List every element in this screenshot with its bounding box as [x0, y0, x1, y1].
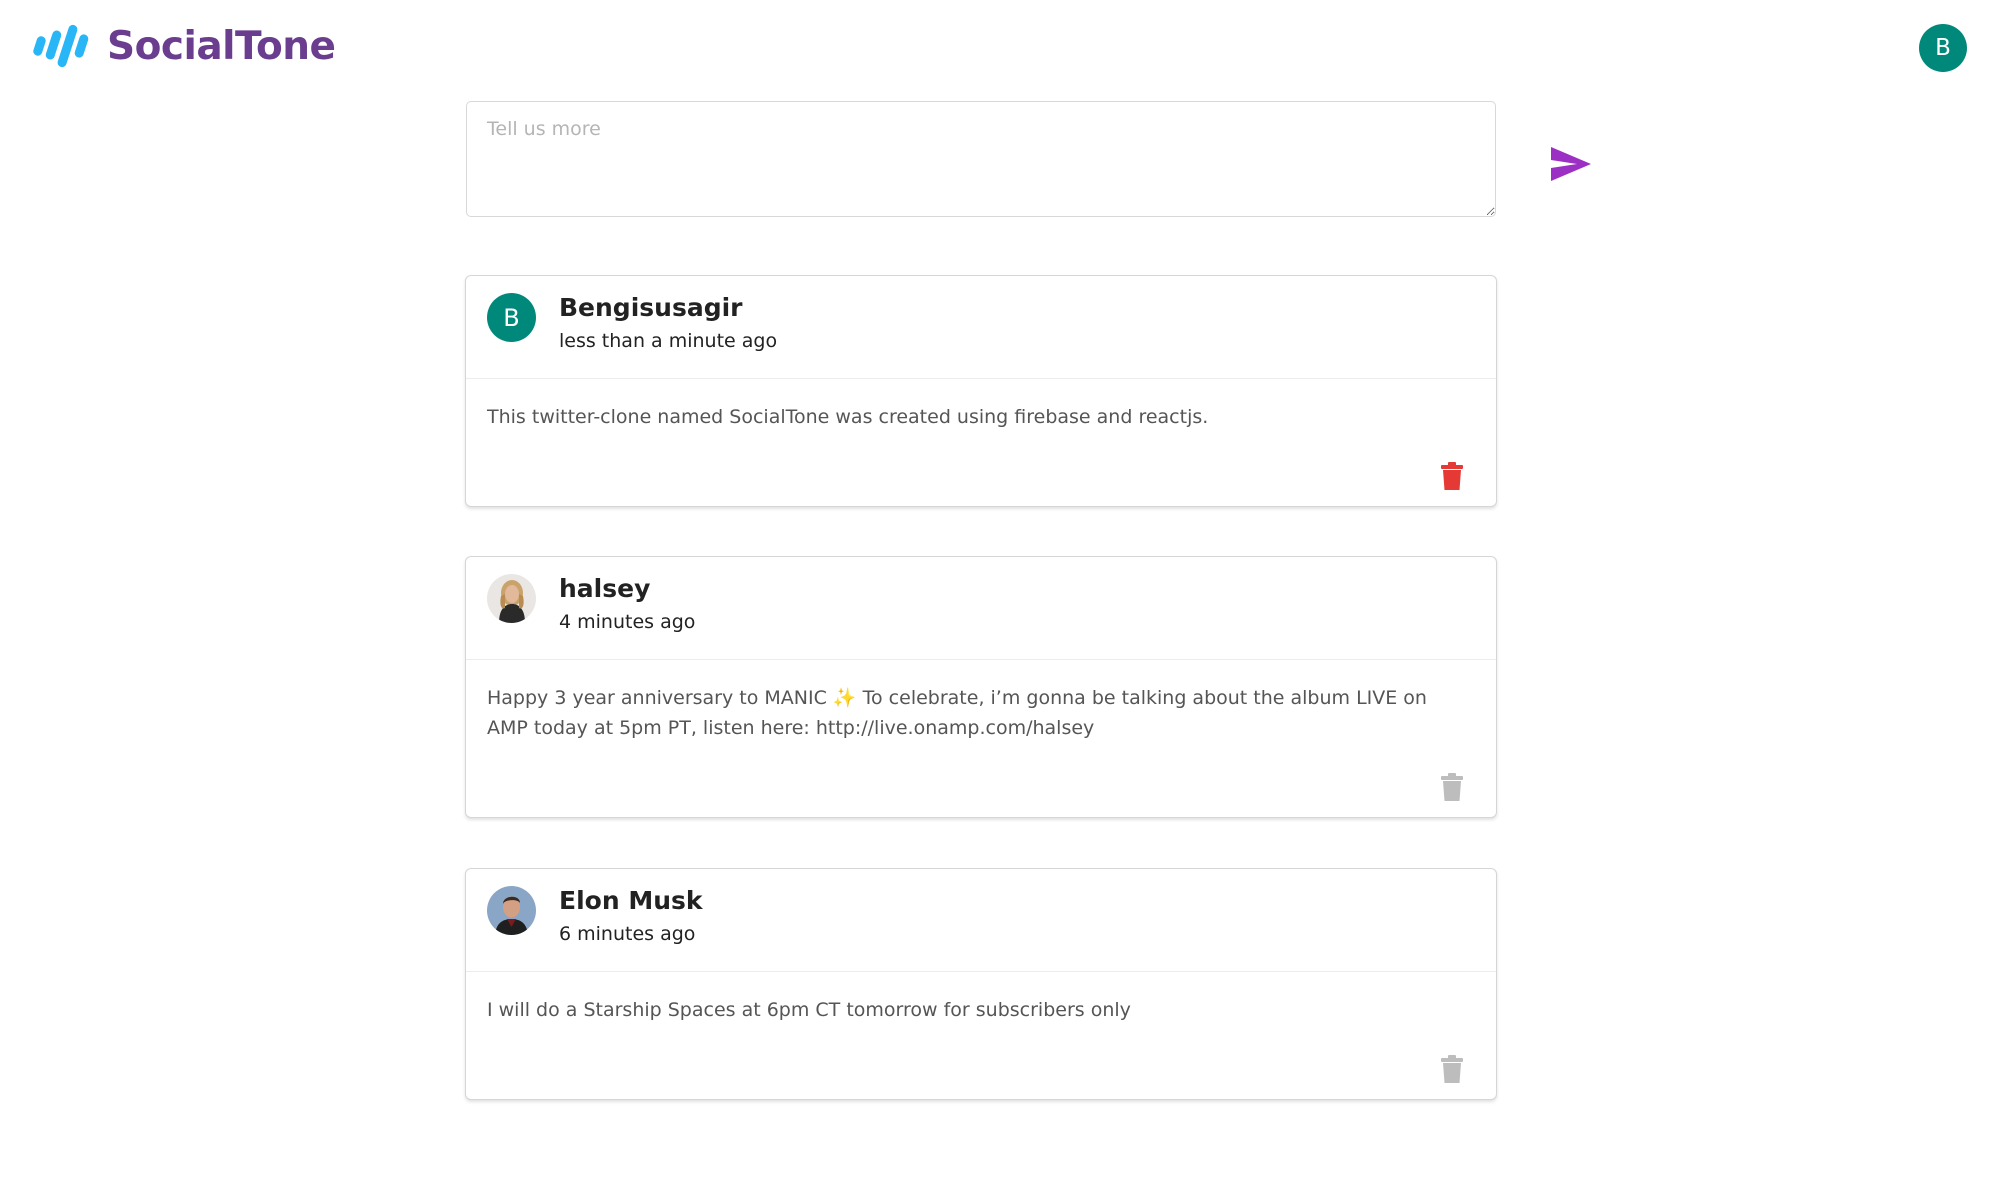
post-timestamp: less than a minute ago	[559, 330, 778, 352]
app-name: SocialTone	[107, 23, 336, 69]
user-avatar-button[interactable]: B	[1919, 24, 1967, 72]
post-header: B Bengisusagir less than a minute ago	[466, 276, 1496, 379]
sparkles-icon: ✨	[832, 687, 857, 709]
delete-post-button[interactable]	[1438, 771, 1466, 803]
sound-wave-logo-icon	[33, 24, 89, 68]
author-avatar[interactable]: B	[487, 293, 536, 342]
post-text: Happy 3 year anniversary to MANIC ✨ To c…	[487, 683, 1467, 743]
author-avatar[interactable]	[487, 886, 536, 935]
post-card: halsey 4 minutes ago Happy 3 year annive…	[465, 556, 1497, 818]
post-timestamp: 6 minutes ago	[559, 923, 696, 945]
delete-post-button[interactable]	[1438, 460, 1466, 492]
post-input[interactable]	[466, 101, 1496, 217]
author-avatar[interactable]	[487, 574, 536, 623]
post-header: halsey 4 minutes ago	[466, 557, 1496, 660]
delete-post-button[interactable]	[1438, 1053, 1466, 1085]
post-card: Elon Musk 6 minutes ago I will do a Star…	[465, 868, 1497, 1100]
post-timestamp: 4 minutes ago	[559, 611, 696, 633]
trash-icon	[1441, 773, 1463, 801]
send-button[interactable]	[1549, 145, 1593, 183]
post-text: This twitter-clone named SocialTone was …	[487, 406, 1209, 428]
author-name[interactable]: halsey	[559, 574, 650, 603]
post-text-part: Happy 3 year anniversary to MANIC	[487, 687, 827, 709]
post-text: I will do a Starship Spaces at 6pm CT to…	[487, 999, 1131, 1021]
app-header: SocialTone B	[0, 0, 1991, 96]
author-name[interactable]: Bengisusagir	[559, 293, 743, 322]
post-card: B Bengisusagir less than a minute ago Th…	[465, 275, 1497, 507]
trash-icon	[1441, 1055, 1463, 1083]
post-header: Elon Musk 6 minutes ago	[466, 869, 1496, 972]
app-logo[interactable]: SocialTone	[33, 22, 336, 70]
halsey-avatar-photo	[487, 574, 536, 623]
author-name[interactable]: Elon Musk	[559, 886, 703, 915]
elon-musk-avatar-photo	[487, 886, 536, 935]
trash-icon	[1441, 462, 1463, 490]
send-icon	[1551, 147, 1591, 181]
